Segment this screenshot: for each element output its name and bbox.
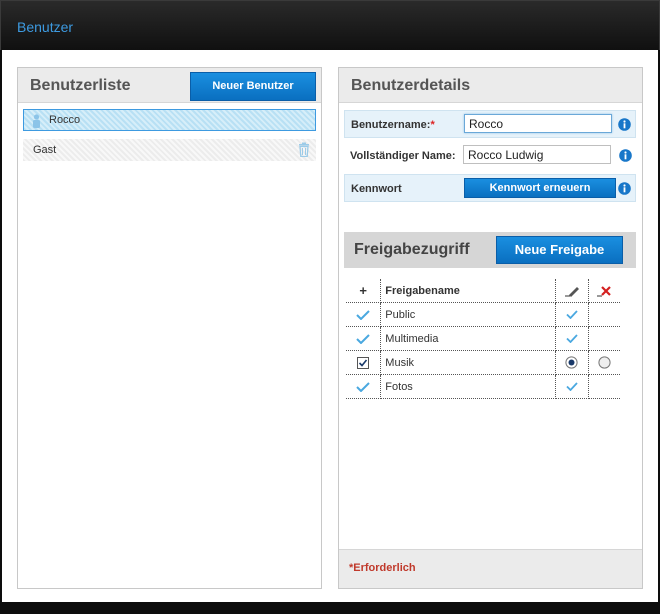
share-row[interactable]: Public: [346, 302, 620, 327]
user-icon: [33, 114, 40, 128]
password-row: Kennwort Kennwort erneuern: [344, 174, 636, 202]
user-list-title: Benutzerliste: [30, 77, 131, 94]
new-user-button[interactable]: Neuer Benutzer: [190, 72, 316, 101]
username-label: Benutzername:*: [351, 119, 435, 131]
fullname-label: Vollständiger Name:: [350, 150, 456, 162]
top-bar: Benutzer: [0, 0, 660, 50]
share-table: + Freigabename Public Multimedia Musik F…: [346, 279, 620, 399]
info-icon[interactable]: [618, 182, 631, 195]
info-icon[interactable]: [619, 149, 632, 162]
radio-selected-icon[interactable]: [565, 356, 578, 369]
username-input[interactable]: [464, 114, 612, 133]
share-name: Public: [380, 302, 557, 327]
user-name: Gast: [33, 144, 57, 156]
info-icon[interactable]: [618, 118, 631, 131]
fullname-row: Vollständiger Name:: [344, 142, 636, 170]
share-table-header: + Freigabename: [346, 279, 620, 303]
share-row[interactable]: Musik: [346, 350, 620, 375]
deny-column-header: [588, 279, 620, 303]
radio-unselected-icon[interactable]: [598, 356, 611, 369]
user-list: Rocco Gast: [23, 109, 316, 169]
plus-icon: +: [359, 283, 367, 298]
user-item-gast[interactable]: Gast: [23, 139, 316, 161]
add-column-header[interactable]: +: [346, 279, 382, 303]
user-details-header: Benutzerdetails: [339, 68, 642, 103]
user-details-title: Benutzerdetails: [351, 77, 471, 94]
check-icon[interactable]: [566, 310, 578, 319]
check-icon[interactable]: [356, 309, 370, 320]
app-title: Benutzer: [17, 19, 74, 35]
fullname-input[interactable]: [463, 145, 611, 164]
content-area: Benutzerliste Neuer Benutzer Rocco Gast: [2, 50, 658, 602]
check-icon[interactable]: [356, 333, 370, 344]
renew-password-button[interactable]: Kennwort erneuern: [464, 178, 616, 198]
check-icon[interactable]: [566, 334, 578, 343]
required-marker: *: [430, 119, 435, 131]
share-name: Fotos: [380, 374, 557, 399]
share-row[interactable]: Multimedia: [346, 326, 620, 351]
share-name: Musik: [380, 350, 557, 375]
shares-header: Freigabezugriff Neue Freigabe: [344, 232, 636, 268]
check-icon[interactable]: [356, 381, 370, 392]
user-item-rocco[interactable]: Rocco: [23, 109, 316, 131]
user-name: Rocco: [49, 114, 81, 126]
trash-icon[interactable]: [298, 142, 310, 157]
deny-icon: [597, 285, 612, 296]
read-write-column-header: [555, 279, 589, 303]
user-details-panel: Benutzerdetails Benutzername:* Vollständ…: [338, 67, 643, 589]
check-icon[interactable]: [566, 382, 578, 391]
share-name: Multimedia: [380, 326, 557, 351]
shares-title: Freigabezugriff: [354, 241, 470, 258]
pencil-icon: [564, 286, 579, 297]
user-list-panel: Benutzerliste Neuer Benutzer Rocco Gast: [17, 67, 322, 589]
share-row[interactable]: Fotos: [346, 374, 620, 399]
details-footer: *Erforderlich: [339, 549, 642, 588]
share-name-column-header: Freigabename: [380, 279, 557, 303]
required-note: *Erforderlich: [349, 562, 416, 574]
new-share-button[interactable]: Neue Freigabe: [496, 236, 623, 264]
username-row: Benutzername:*: [344, 110, 636, 138]
password-label: Kennwort: [351, 183, 402, 195]
user-list-header: Benutzerliste Neuer Benutzer: [18, 68, 321, 103]
checkbox-checked-icon[interactable]: [357, 356, 370, 369]
